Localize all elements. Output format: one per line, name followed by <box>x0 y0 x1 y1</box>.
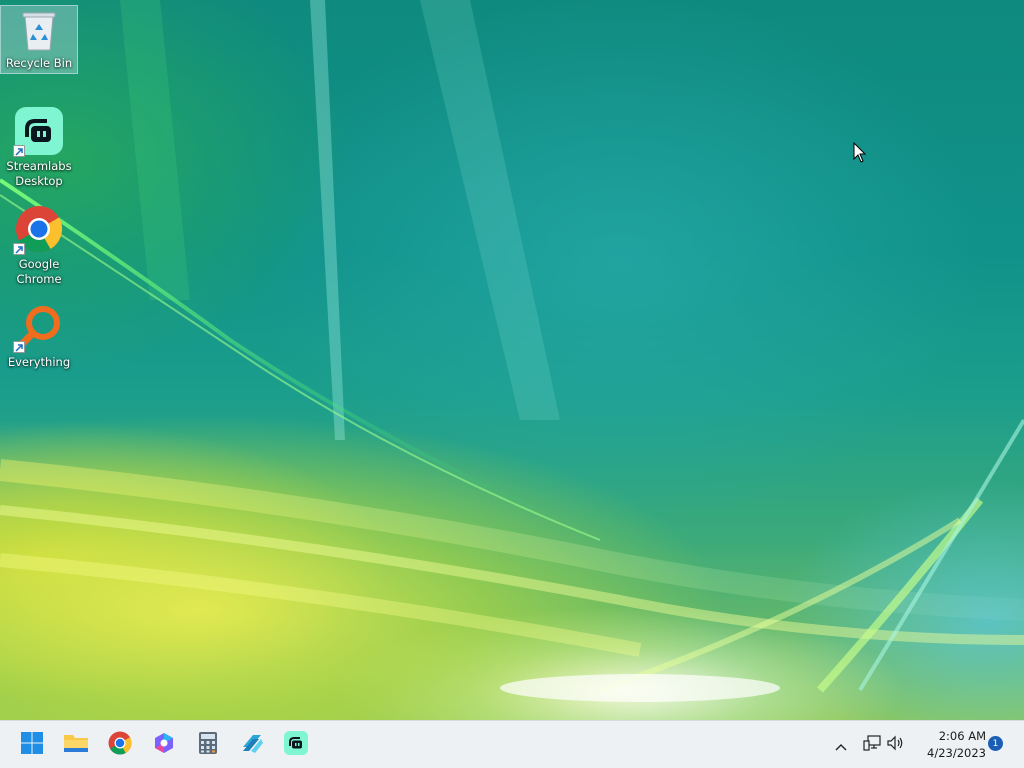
file-explorer-icon <box>63 732 89 758</box>
clock-time: 2:06 AM <box>938 729 986 743</box>
chevron-up-icon <box>835 736 847 755</box>
mouse-cursor-icon <box>853 141 867 168</box>
desktop-icon-streamlabs[interactable]: Streamlabs Desktop <box>0 104 78 190</box>
taskbar: 2:06 AM 4/23/2023 <box>0 720 1024 768</box>
windows-start-icon <box>20 731 44 759</box>
desktop-icon-google-chrome[interactable]: Google Chrome <box>0 202 78 288</box>
shortcut-arrow-icon <box>13 243 25 255</box>
desktop-wallpaper <box>0 0 1024 720</box>
copilot-icon <box>152 731 176 759</box>
network-icon <box>863 735 881 755</box>
taskbar-calculator[interactable] <box>188 725 228 765</box>
taskbar-file-explorer[interactable] <box>56 725 96 765</box>
recycle-bin-icon <box>19 8 59 52</box>
volume-icon <box>887 735 905 755</box>
taskbar-google-chrome[interactable] <box>100 725 140 765</box>
shortcut-arrow-icon <box>13 145 25 157</box>
desktop-icon-everything[interactable]: Everything <box>0 300 78 371</box>
azure-data-studio-icon <box>239 731 265 759</box>
taskbar-copilot[interactable] <box>144 725 184 765</box>
show-hidden-icons-button[interactable] <box>830 721 852 768</box>
streamlabs-icon <box>13 107 63 157</box>
wallpaper-streaks <box>0 0 1024 702</box>
quick-settings-button[interactable] <box>860 721 908 768</box>
desktop-icon-label: Recycle Bin <box>5 56 73 70</box>
chrome-icon <box>108 731 132 759</box>
desktop-icon-label: Google Chrome <box>16 257 62 286</box>
calculator-icon <box>198 731 218 759</box>
desktop-icon-label: Everything <box>7 355 71 369</box>
chrome-icon <box>13 205 63 255</box>
notification-badge[interactable]: 1 <box>988 736 1003 751</box>
taskbar-azure-data-studio[interactable] <box>232 725 272 765</box>
streamlabs-icon <box>284 731 308 759</box>
clock-date: 4/23/2023 <box>927 746 986 760</box>
taskbar-clock[interactable]: 2:06 AM 4/23/2023 <box>912 728 986 762</box>
everything-search-icon <box>13 303 63 353</box>
desktop-icon-recycle-bin[interactable]: Recycle Bin <box>0 5 78 74</box>
start-button[interactable] <box>12 725 52 765</box>
taskbar-streamlabs[interactable] <box>276 725 316 765</box>
desktop-icon-label: Streamlabs Desktop <box>6 159 72 188</box>
shortcut-arrow-icon <box>13 341 25 353</box>
